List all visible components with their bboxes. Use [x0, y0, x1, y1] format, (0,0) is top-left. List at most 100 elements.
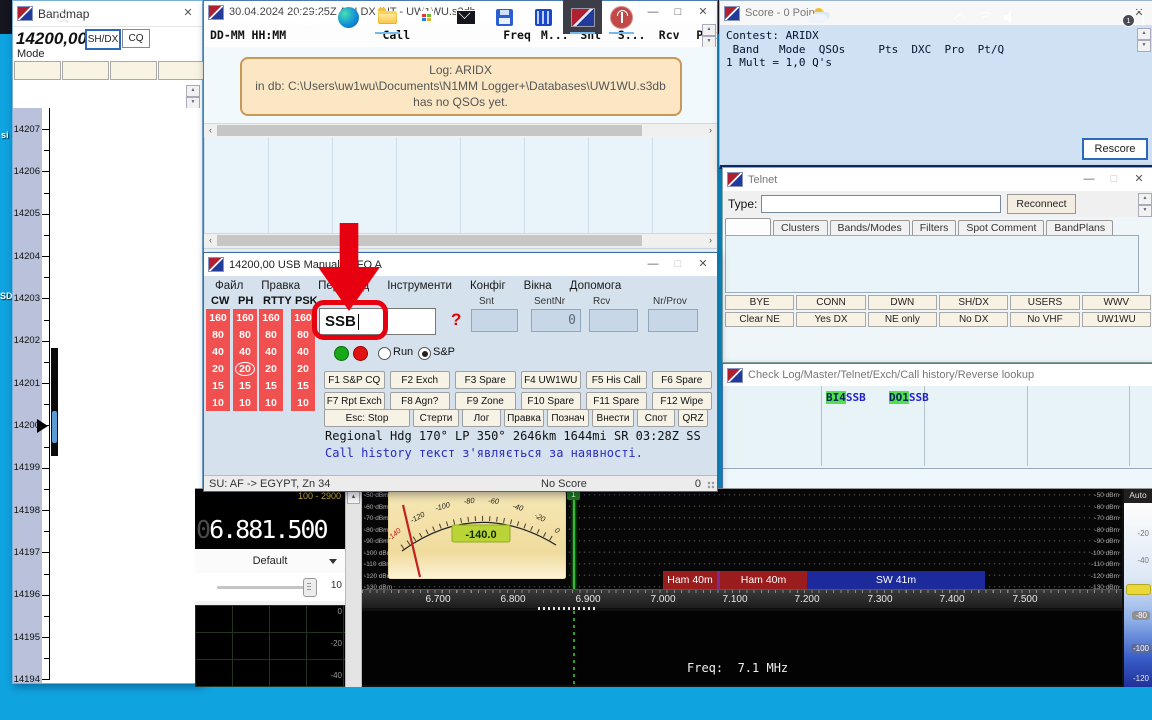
action-button[interactable]: Познач — [547, 409, 589, 427]
action-button[interactable]: Спот — [637, 409, 675, 427]
radio-app-button[interactable] — [602, 0, 641, 34]
check-columns[interactable]: BI4SSB DO1SSB — [723, 386, 1152, 466]
band-button[interactable]: 15 — [291, 377, 315, 394]
store-button[interactable] — [407, 0, 446, 34]
menu-item[interactable]: Файл — [206, 280, 252, 292]
score-spinner[interactable]: ▲▼ — [1137, 28, 1151, 52]
check-call[interactable]: DO1SSB — [889, 391, 929, 404]
function-key-button[interactable]: F4 UW1WU — [521, 371, 582, 389]
telnet-tab[interactable]: Filters — [912, 220, 957, 235]
telnet-command-button[interactable]: BYE — [725, 295, 794, 310]
edge-button[interactable] — [329, 0, 368, 34]
function-key-button[interactable]: F1 S&P CQ — [324, 371, 385, 389]
waterfall[interactable]: Freq: 7.1 MHz — [362, 611, 1122, 685]
log-vscrollbar[interactable] — [709, 137, 717, 233]
action-button[interactable]: Лог — [462, 409, 501, 427]
weather-icon[interactable] — [806, 8, 832, 26]
telnet-command-button[interactable]: WWV — [1082, 295, 1151, 310]
menu-item[interactable]: Конфіг — [461, 280, 515, 292]
rf-spectrum[interactable]: -50 dBm-60 dBm-70 dBm-80 dBm-90 dBm-100 … — [362, 489, 1122, 589]
tab-main[interactable] — [725, 218, 771, 235]
band-button[interactable]: 20 — [233, 360, 257, 377]
band-button[interactable]: 160 — [233, 309, 257, 326]
telnet-command-button[interactable]: No VHF — [1010, 312, 1079, 327]
log-pane-current[interactable]: Log: ARIDXin db: C:\Users\uw1wu\Document… — [204, 47, 717, 123]
telnet-spinner[interactable]: ▲▼ — [1138, 193, 1152, 217]
rcv-field[interactable] — [589, 309, 638, 332]
check-call[interactable]: BI4SSB — [826, 391, 866, 404]
scroll-right-icon[interactable]: › — [704, 234, 717, 247]
mode-box[interactable] — [158, 61, 205, 80]
sp-radio[interactable] — [418, 347, 431, 360]
wifi-icon[interactable] — [977, 12, 993, 23]
telnet-command-button[interactable]: CONN — [796, 295, 865, 310]
menu-item[interactable]: Вікна — [515, 280, 561, 292]
explorer-button[interactable] — [368, 0, 407, 34]
band-button[interactable]: 10 — [259, 394, 283, 411]
maximize-icon[interactable]: □ — [1104, 174, 1124, 185]
sdr-frequency-display[interactable]: 100 - 2900 06.881.500 — [195, 489, 345, 549]
band-button[interactable]: 10 — [291, 394, 315, 411]
desktop-icon-label[interactable]: SD — [0, 291, 13, 301]
function-key-button[interactable]: F11 Spare — [586, 392, 647, 410]
telnet-command-button[interactable]: NE only — [868, 312, 937, 327]
sdr-divider[interactable]: ▲ — [345, 489, 362, 687]
maximize-icon[interactable]: □ — [668, 7, 688, 18]
band-button[interactable]: 40 — [206, 343, 230, 360]
scale-handle[interactable] — [1126, 584, 1151, 595]
close-icon[interactable]: ✕ — [693, 259, 713, 270]
log-spinner[interactable]: ▲▼ — [702, 24, 716, 48]
scrollbar-thumb[interactable] — [217, 125, 642, 136]
band-button[interactable]: 80 — [206, 326, 230, 343]
minimize-icon[interactable]: — — [643, 7, 663, 18]
tuned-frequency[interactable]: 06.881.500 — [196, 515, 327, 544]
telnet-output-area[interactable] — [725, 235, 1139, 293]
band-button[interactable]: 10 — [233, 394, 257, 411]
close-icon[interactable]: ✕ — [178, 8, 198, 19]
mode-box[interactable] — [110, 61, 157, 80]
band-button[interactable]: 160 — [259, 309, 283, 326]
menu-item[interactable]: Інструменти — [378, 280, 461, 292]
floppy-app-button[interactable] — [485, 0, 524, 34]
notification-icon[interactable]: 1 — [1127, 10, 1144, 25]
band-button[interactable]: 40 — [259, 343, 283, 360]
tuning-range-marker[interactable] — [538, 607, 598, 610]
telnet-command-button[interactable]: SH/DX — [939, 295, 1008, 310]
auto-label[interactable]: Auto — [1124, 490, 1152, 500]
band-ribbon[interactable]: Ham 40m — [663, 571, 717, 589]
band-button[interactable]: 20 — [259, 360, 283, 377]
run-radio[interactable] — [378, 347, 391, 360]
function-key-button[interactable]: F2 Exch — [390, 371, 451, 389]
rescore-button[interactable]: Rescore — [1082, 138, 1148, 160]
telnet-command-input[interactable] — [761, 195, 1001, 213]
sentnr-field[interactable]: 0 — [531, 309, 581, 332]
menu-item[interactable]: Допомога — [561, 280, 631, 292]
scroll-right-icon[interactable]: › — [704, 124, 717, 137]
mail-button[interactable] — [446, 0, 485, 34]
function-key-button[interactable]: F8 Agn? — [390, 392, 451, 410]
band-button[interactable]: 15 — [206, 377, 230, 394]
minimize-icon[interactable]: — — [643, 259, 663, 270]
band-button[interactable]: 20 — [291, 360, 315, 377]
telnet-tab[interactable]: Clusters — [773, 220, 828, 235]
function-key-button[interactable]: F3 Spare — [455, 371, 516, 389]
telnet-command-button[interactable]: Yes DX — [796, 312, 865, 327]
scroll-left-icon[interactable]: ‹ — [204, 234, 217, 247]
telnet-tab[interactable]: BandPlans — [1046, 220, 1113, 235]
taskview-button[interactable] — [290, 0, 329, 34]
maximize-icon[interactable]: □ — [668, 259, 688, 270]
band-button[interactable]: 40 — [291, 343, 315, 360]
function-key-button[interactable]: F12 Wipe — [652, 392, 713, 410]
telnet-command-button[interactable]: Clear NE — [725, 312, 794, 327]
action-button[interactable]: Стерти — [413, 409, 459, 427]
desktop-icon-label[interactable]: si — [1, 130, 9, 140]
function-key-button[interactable]: F10 Spare — [521, 392, 582, 410]
telnet-tab[interactable]: Spot Comment — [958, 220, 1044, 235]
band-button[interactable]: 80 — [259, 326, 283, 343]
log-hscrollbar2[interactable]: ‹ › — [204, 233, 717, 249]
score-titlebar[interactable]: Score - 0 Points ✕ — [720, 1, 1152, 25]
nrprov-field[interactable] — [648, 309, 698, 332]
slider-track[interactable] — [217, 586, 313, 589]
entry-titlebar[interactable]: 14200,00 USB Manual - VFO A — □ ✕ — [204, 253, 717, 276]
band-button[interactable]: 20 — [206, 360, 230, 377]
